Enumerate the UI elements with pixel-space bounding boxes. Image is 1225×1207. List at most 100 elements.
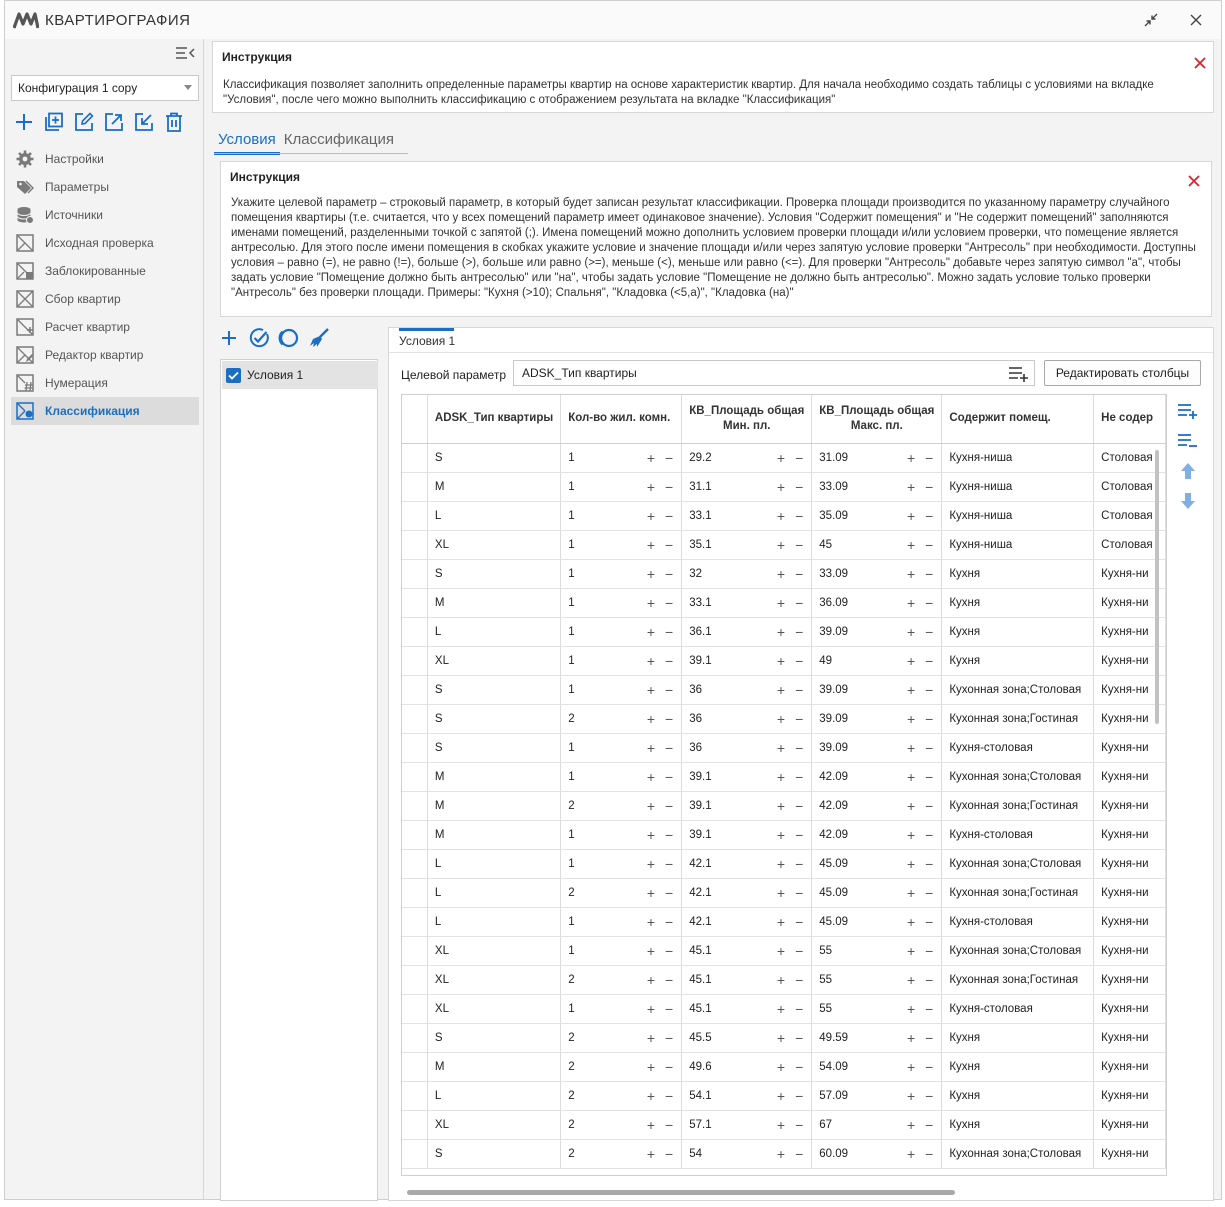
decrement-icon[interactable]: −	[795, 451, 803, 465]
decrement-icon[interactable]: −	[795, 567, 803, 581]
decrement-icon[interactable]: −	[665, 915, 673, 929]
increment-icon[interactable]: +	[777, 770, 785, 784]
cell-not-contains[interactable]: Кухня-ни	[1093, 965, 1166, 995]
cell-contains[interactable]: Кухонная зона;Гостиная	[941, 965, 1095, 995]
increment-icon[interactable]: +	[777, 683, 785, 697]
decrement-icon[interactable]: −	[665, 973, 673, 987]
decrement-icon[interactable]: −	[795, 1089, 803, 1103]
decrement-icon[interactable]: −	[925, 1002, 933, 1016]
decrement-icon[interactable]: −	[925, 886, 933, 900]
decrement-icon[interactable]: −	[795, 712, 803, 726]
increment-icon[interactable]: +	[907, 509, 915, 523]
cell-max-area[interactable]: 55 + −	[811, 965, 943, 995]
horizontal-scrollbar[interactable]	[407, 1190, 955, 1195]
cell-max-area[interactable]: 45.09 + −	[811, 907, 943, 937]
decrement-icon[interactable]: −	[795, 886, 803, 900]
increment-icon[interactable]: +	[907, 1031, 915, 1045]
cell-type[interactable]: S	[427, 1023, 562, 1053]
increment-icon[interactable]: +	[907, 973, 915, 987]
table-row[interactable]: XL 1 + −39.1 + −49 + − Кухня Кухня-ни	[402, 646, 1166, 676]
decrement-icon[interactable]: −	[925, 538, 933, 552]
cell-min-area[interactable]: 49.6 + −	[681, 1052, 813, 1082]
add-row-button[interactable]	[1177, 400, 1199, 422]
increment-icon[interactable]: +	[647, 944, 655, 958]
row-header-cell[interactable]	[402, 443, 428, 473]
row-header-cell[interactable]	[402, 965, 428, 995]
increment-icon[interactable]: +	[777, 451, 785, 465]
increment-icon[interactable]: +	[907, 625, 915, 639]
cell-min-area[interactable]: 33.1 + −	[681, 588, 813, 618]
cell-rooms[interactable]: 1 + −	[560, 733, 683, 763]
row-header-cell[interactable]	[402, 936, 428, 966]
decrement-icon[interactable]: −	[665, 857, 673, 871]
decrement-icon[interactable]: −	[795, 1031, 803, 1045]
increment-icon[interactable]: +	[907, 596, 915, 610]
cell-min-area[interactable]: 54 + −	[681, 1139, 813, 1169]
cell-min-area[interactable]: 33.1 + −	[681, 501, 813, 531]
decrement-icon[interactable]: −	[665, 683, 673, 697]
sidebar-item-classification[interactable]: Классификация	[11, 397, 199, 425]
cell-max-area[interactable]: 49 + −	[811, 646, 943, 676]
cell-type[interactable]: L	[427, 617, 562, 647]
row-header-cell[interactable]	[402, 472, 428, 502]
edit-columns-button[interactable]: Редактировать столбцы	[1044, 360, 1201, 386]
decrement-icon[interactable]: −	[795, 799, 803, 813]
row-header-cell[interactable]	[402, 617, 428, 647]
decrement-icon[interactable]: −	[795, 1060, 803, 1074]
decrement-icon[interactable]: −	[925, 683, 933, 697]
table-row[interactable]: S 1 + −36 + −39.09 + − Кухонная зона;Столовая Кух…	[402, 675, 1166, 705]
row-header-cell[interactable]	[402, 704, 428, 734]
cell-rooms[interactable]: 1 + −	[560, 646, 683, 676]
increment-icon[interactable]: +	[647, 625, 655, 639]
cell-type[interactable]: L	[427, 1081, 562, 1111]
cell-contains[interactable]: Кухня	[941, 646, 1095, 676]
cell-rooms[interactable]: 1 + −	[560, 530, 683, 560]
increment-icon[interactable]: +	[907, 886, 915, 900]
decrement-icon[interactable]: −	[925, 799, 933, 813]
decrement-icon[interactable]: −	[925, 712, 933, 726]
cell-type[interactable]: L	[427, 501, 562, 531]
decrement-icon[interactable]: −	[925, 1060, 933, 1074]
cell-rooms[interactable]: 1 + −	[560, 501, 683, 531]
cell-max-area[interactable]: 39.09 + −	[811, 733, 943, 763]
increment-icon[interactable]: +	[647, 828, 655, 842]
cell-max-area[interactable]: 39.09 + −	[811, 617, 943, 647]
cell-type[interactable]: M	[427, 1052, 562, 1082]
table-row[interactable]: M 2 + −49.6 + −54.09 + − Кухня Кухня-ни	[402, 1052, 1166, 1082]
decrement-icon[interactable]: −	[795, 1118, 803, 1132]
cell-rooms[interactable]: 1 + −	[560, 675, 683, 705]
table-row[interactable]: S 2 + −45.5 + −49.59 + − Кухня Кухня-ни	[402, 1023, 1166, 1053]
sidebar-item-collect[interactable]: Сбор квартир	[11, 285, 199, 313]
decrement-icon[interactable]: −	[925, 509, 933, 523]
cell-min-area[interactable]: 45.1 + −	[681, 994, 813, 1024]
sidebar-item-settings[interactable]: Настройки	[11, 145, 199, 173]
cell-max-area[interactable]: 45 + −	[811, 530, 943, 560]
increment-icon[interactable]: +	[907, 480, 915, 494]
cell-rooms[interactable]: 2 + −	[560, 1139, 683, 1169]
cell-not-contains[interactable]: Кухня-ни	[1093, 1052, 1166, 1082]
table-row[interactable]: S 2 + −54 + −60.09 + − Кухонная зона;Столовая Кух…	[402, 1139, 1166, 1169]
sidebar-item-blocked[interactable]: Заблокированные	[11, 257, 199, 285]
table-row[interactable]: S 1 + −29.2 + −31.09 + − Кухня-ниша Столовая	[402, 443, 1166, 473]
decrement-icon[interactable]: −	[795, 1002, 803, 1016]
increment-icon[interactable]: +	[777, 944, 785, 958]
decrement-icon[interactable]: −	[925, 654, 933, 668]
decrement-icon[interactable]: −	[795, 741, 803, 755]
decrement-icon[interactable]: −	[665, 944, 673, 958]
row-header-cell[interactable]	[402, 878, 428, 908]
cell-max-area[interactable]: 54.09 + −	[811, 1052, 943, 1082]
increment-icon[interactable]: +	[907, 1060, 915, 1074]
import-config-button[interactable]	[133, 111, 155, 133]
target-parameter-field[interactable]: ADSK_Тип квартиры	[513, 360, 1035, 386]
delete-config-button[interactable]	[163, 111, 185, 133]
column-header-type[interactable]: ADSK_Тип квартиры	[427, 395, 562, 444]
cell-min-area[interactable]: 35.1 + −	[681, 530, 813, 560]
decrement-icon[interactable]: −	[665, 1089, 673, 1103]
cell-contains[interactable]: Кухонная зона;Столовая	[941, 762, 1095, 792]
decrement-icon[interactable]: −	[795, 683, 803, 697]
cell-min-area[interactable]: 45.5 + −	[681, 1023, 813, 1053]
cell-min-area[interactable]: 31.1 + −	[681, 472, 813, 502]
cell-rooms[interactable]: 2 + −	[560, 791, 683, 821]
cell-contains[interactable]: Кухня	[941, 1023, 1095, 1053]
cell-max-area[interactable]: 42.09 + −	[811, 820, 943, 850]
